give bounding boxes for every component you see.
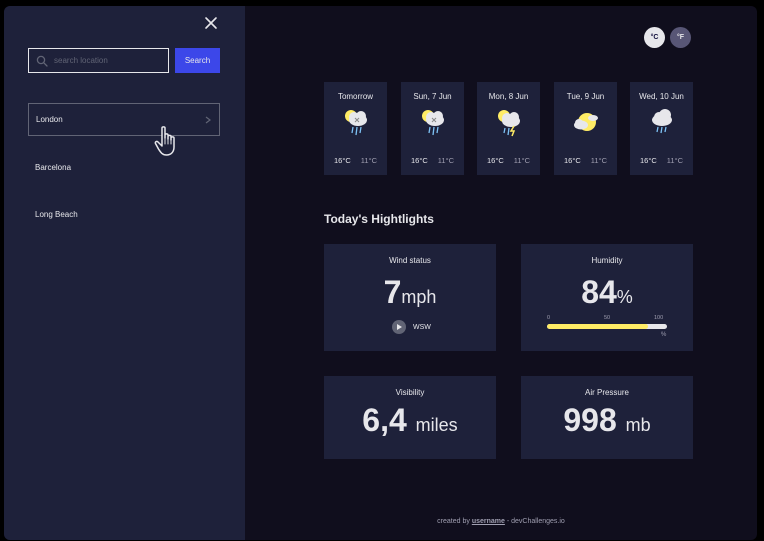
humidity-scale: 0 50 100 [547,315,667,323]
celsius-toggle-button[interactable]: °C [644,27,665,48]
location-item-long-beach[interactable]: Long Beach [28,198,220,231]
forecast-card: Tue, 9 Jun 16°C 11°C [554,82,617,175]
rain-icon [652,109,672,134]
footer-username-link[interactable]: username [472,518,505,525]
forecast-min: 11°C [590,156,607,165]
scale-max: 100 [654,315,664,321]
wind-number: 7 [383,274,402,310]
footer: created by username - devChallenges.io [4,518,757,525]
forecast-day: Mon, 8 Jun [488,92,529,101]
close-icon[interactable] [202,14,220,32]
scale-min: 0 [547,315,551,321]
forecast-min: 11°C [513,156,530,165]
thunderstorm-icon [498,110,520,137]
visibility-value: 6,4 miles [324,402,496,439]
visibility-card: Visibility 6,4 miles [324,376,496,459]
humidity-number: 84 [581,274,617,310]
forecast-max: 16°C [640,156,657,165]
humidity-progress-fill [547,324,648,329]
forecast-max: 16°C [334,156,351,165]
visibility-label: Visibility [395,388,425,397]
forecast-max: 16°C [487,156,504,165]
forecast-day: Sun, 7 Jun [413,92,452,101]
weather-app: Search London Barcelona Long Beach °C °F… [4,6,757,540]
humidity-progress-bar [547,324,667,329]
visibility-number: 6,4 [362,402,407,438]
forecast-min: 11°C [666,156,683,165]
forecast-card: Mon, 8 Jun 16°C 11°C [477,82,540,175]
location-label: London [36,115,63,124]
humidity-scale-unit: % [661,332,667,338]
forecast-max: 16°C [564,156,581,165]
humidity-card: Humidity 84% 0 50 100 % [521,244,693,351]
forecast-day: Tue, 9 Jun [566,92,605,101]
visibility-unit: miles [415,415,458,435]
forecast-day: Tomorrow [337,92,374,101]
footer-suffix: - devChallenges.io [506,518,565,525]
partly-cloudy-icon [574,113,598,131]
pressure-unit: mb [625,415,651,435]
humidity-value: 84% [521,274,693,311]
forecast-min: 11°C [437,156,454,165]
sleet-icon [422,110,444,136]
wind-unit: mph [401,287,437,307]
forecast-max: 16°C [411,156,428,165]
wind-direction-label: WSW [413,323,431,331]
forecast-card: Tomorrow 16°C 11°C [324,82,387,175]
search-box[interactable] [28,48,169,73]
chevron-right-icon [205,116,211,124]
pressure-number: 998 [563,402,617,438]
search-button[interactable]: Search [175,48,220,73]
hand-cursor-icon [154,126,175,156]
location-item-barcelona[interactable]: Barcelona [28,151,220,184]
scale-mid: 50 [604,315,611,321]
forecast-card: Wed, 10 Jun 16°C 11°C [630,82,693,175]
pressure-value: 998 mb [521,402,693,439]
pressure-label: Air Pressure [584,388,629,397]
humidity-unit: % [616,287,633,307]
forecast-min: 11°C [360,156,377,165]
search-input[interactable] [54,56,164,65]
location-label: Barcelona [35,163,72,172]
footer-prefix: created by [437,518,470,525]
fahrenheit-toggle-button[interactable]: °F [670,27,691,48]
wind-direction: WSW [392,320,431,334]
wind-label: Wind status [389,256,431,265]
location-label: Long Beach [35,210,78,219]
forecast-day: Wed, 10 Jun [639,92,684,101]
air-pressure-card: Air Pressure 998 mb [521,376,693,459]
location-item-london[interactable]: London [28,103,220,136]
forecast-card: Sun, 7 Jun 16°C 11°C [401,82,464,175]
search-panel: Search London Barcelona Long Beach [4,6,245,540]
navigation-arrow-icon [392,320,406,334]
wind-status-card: Wind status 7mph WSW [324,244,496,351]
humidity-label: Humidity [591,256,623,265]
wind-value: 7mph [324,274,496,311]
highlights-title: Today's Hightlights [324,212,434,226]
search-icon [36,55,48,67]
sleet-icon [345,110,367,136]
